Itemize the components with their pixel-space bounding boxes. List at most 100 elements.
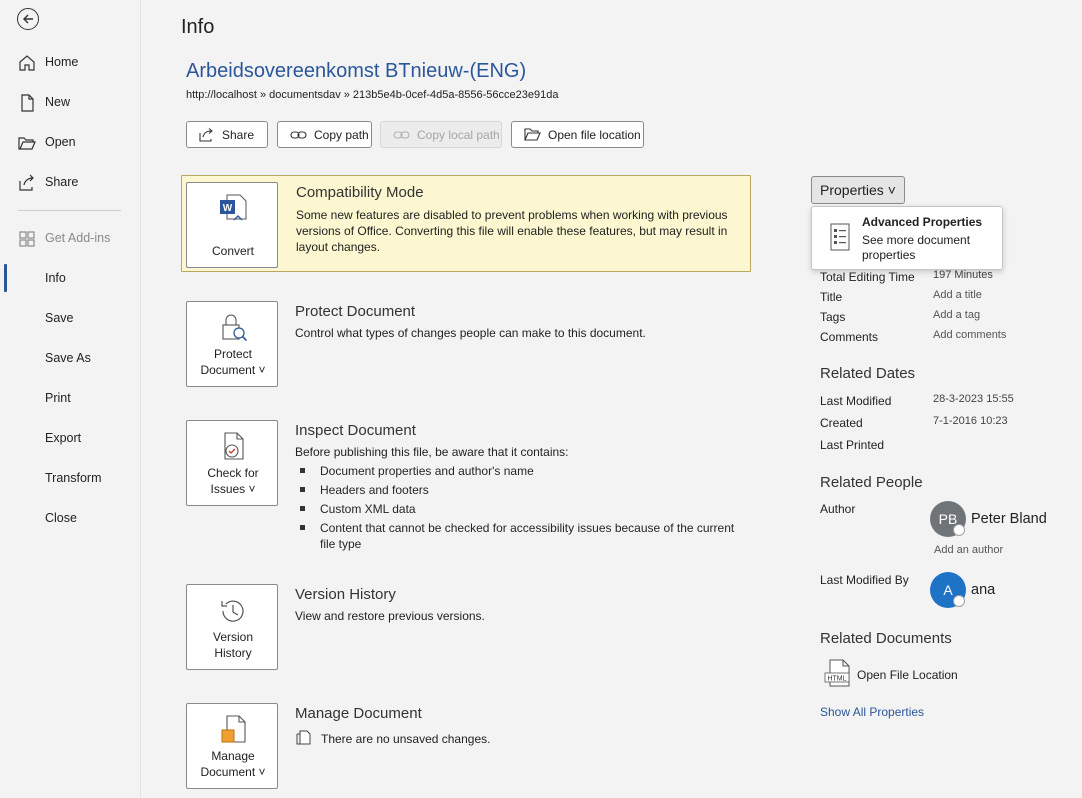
- compatibility-mode-title: Compatibility Mode: [296, 184, 424, 201]
- open-file-location-button[interactable]: Open file location: [511, 121, 644, 148]
- tags-property-input[interactable]: Add a tag: [933, 309, 980, 321]
- nav-open-label: Open: [45, 135, 76, 149]
- share-icon: [19, 174, 34, 191]
- history-clock-icon: [221, 600, 244, 622]
- nav-close-label: Close: [45, 511, 77, 525]
- open-file-location-link[interactable]: HTML Open File Location: [822, 659, 1042, 689]
- new-document-icon: [21, 94, 34, 112]
- advanced-properties-title: Advanced Properties: [862, 215, 983, 229]
- presence-status-icon: [953, 595, 965, 607]
- nav-close[interactable]: Close: [0, 498, 141, 538]
- nav-transform[interactable]: Transform: [0, 458, 141, 498]
- inspect-document-title: Inspect Document: [295, 422, 416, 439]
- document-check-icon: [224, 432, 244, 460]
- modifier-name[interactable]: ana: [971, 582, 995, 598]
- comments-property-input[interactable]: Add comments: [933, 329, 1006, 341]
- nav-open[interactable]: Open: [0, 122, 141, 162]
- list-item: Content that cannot be checked for acces…: [295, 520, 735, 552]
- copy-path-button-label: Copy path: [314, 127, 369, 142]
- protect-document-section: Protect Document ˅ Protect Document Cont…: [181, 301, 751, 387]
- advanced-properties-menu-item[interactable]: Advanced Properties See more document pr…: [811, 206, 1003, 270]
- protect-document-line1: Protect: [213, 347, 252, 361]
- manage-document-line1: Manage: [211, 749, 255, 763]
- copy-local-path-button[interactable]: Copy local path: [380, 121, 502, 148]
- nav-info-label: Info: [45, 271, 66, 285]
- nav-divider: [18, 210, 121, 211]
- html-file-icon: HTML: [824, 659, 850, 687]
- document-path: http://localhost » documentsdav » 213b5e…: [186, 89, 559, 101]
- comments-property-label: Comments: [820, 330, 879, 344]
- list-item: Headers and footers: [295, 482, 735, 498]
- manage-document-description: There are no unsaved changes.: [321, 732, 491, 746]
- nav-info[interactable]: Info: [0, 258, 141, 298]
- share-button-label: Share: [222, 127, 255, 142]
- inspect-document-description: Before publishing this file, be aware th…: [295, 445, 569, 459]
- manage-document-button[interactable]: Manage Document ˅: [186, 703, 278, 789]
- related-people-heading: Related People: [820, 474, 923, 491]
- version-history-description: View and restore previous versions.: [295, 609, 485, 623]
- version-history-button[interactable]: Version History: [186, 584, 278, 670]
- html-badge: HTML: [827, 676, 846, 683]
- manage-document-title: Manage Document: [295, 705, 422, 722]
- nav-new-label: New: [45, 95, 71, 109]
- show-all-properties-link[interactable]: Show All Properties: [820, 705, 924, 719]
- total-editing-time-label: Total Editing Time: [820, 270, 915, 284]
- created-value: 7-1-2016 10:23: [933, 415, 1008, 427]
- author-name[interactable]: Peter Bland: [971, 511, 1047, 527]
- protect-document-description: Control what types of changes people can…: [295, 326, 646, 340]
- last-modified-label: Last Modified: [820, 394, 892, 408]
- nav-save-as-label: Save As: [45, 351, 91, 365]
- nav-get-add-ins[interactable]: Get Add-ins: [0, 218, 141, 258]
- add-author-link[interactable]: Add an author: [934, 544, 1003, 556]
- manage-document-section: Manage Document ˅ Manage Document There …: [181, 703, 751, 789]
- compatibility-mode-section: W Convert Compatibility Mode Some new fe…: [181, 175, 751, 272]
- last-modified-by-label: Last Modified By: [820, 573, 909, 587]
- copy-path-button[interactable]: Copy path: [277, 121, 372, 148]
- title-property-label: Title: [820, 290, 843, 304]
- author-label: Author: [820, 502, 856, 516]
- inspect-bullet-list: Document properties and author's name He…: [295, 463, 735, 552]
- modifier-initials: A: [943, 582, 953, 598]
- properties-dropdown[interactable]: Properties ˅: [811, 176, 905, 204]
- nav-export-label: Export: [45, 431, 82, 445]
- convert-button-label: Convert: [211, 244, 255, 258]
- nav-print-label: Print: [45, 391, 71, 405]
- check-for-issues-button[interactable]: Check for Issues ˅: [186, 420, 278, 506]
- compatibility-mode-description: Some new features are disabled to preven…: [296, 208, 728, 254]
- version-history-line2: History: [214, 646, 252, 660]
- properties-dropdown-label: Properties ˅: [820, 182, 896, 198]
- nav-new[interactable]: New: [0, 82, 141, 122]
- nav-export[interactable]: Export: [0, 418, 141, 458]
- nav-share[interactable]: Share: [0, 162, 141, 202]
- related-dates-heading: Related Dates: [820, 365, 916, 382]
- back-button[interactable]: [17, 8, 39, 30]
- title-property-input[interactable]: Add a title: [933, 289, 982, 301]
- share-button[interactable]: Share: [186, 121, 268, 148]
- nav-home[interactable]: Home: [0, 42, 141, 82]
- version-history-section: Version History Version History View and…: [181, 584, 751, 670]
- copy-local-path-button-label: Copy local path: [417, 127, 500, 142]
- open-file-location-label: Open File Location: [857, 668, 958, 682]
- share-icon: [199, 127, 213, 142]
- nav-save-as[interactable]: Save As: [0, 338, 141, 378]
- folder-open-icon: [18, 137, 36, 150]
- properties-list-icon: [830, 223, 850, 251]
- lock-magnifier-icon: [222, 314, 248, 342]
- nav-get-add-ins-label: Get Add-ins: [45, 231, 111, 245]
- link-icon: [393, 130, 410, 139]
- list-item: Custom XML data: [295, 501, 735, 517]
- protect-document-button[interactable]: Protect Document ˅: [186, 301, 278, 387]
- version-history-line1: Version: [212, 630, 254, 644]
- protect-document-title: Protect Document: [295, 303, 416, 320]
- add-ins-grid-icon: [19, 231, 35, 247]
- nav-save[interactable]: Save: [0, 298, 141, 338]
- protect-document-line2: Document ˅: [200, 363, 266, 377]
- created-label: Created: [820, 416, 863, 430]
- folder-open-icon: [524, 128, 541, 141]
- list-item: Document properties and author's name: [295, 463, 735, 479]
- word-convert-icon: W: [220, 194, 247, 221]
- convert-button[interactable]: W Convert: [186, 182, 278, 268]
- last-modified-value: 28-3-2023 15:55: [933, 393, 1014, 405]
- nav-print[interactable]: Print: [0, 378, 141, 418]
- nav-save-label: Save: [45, 311, 74, 325]
